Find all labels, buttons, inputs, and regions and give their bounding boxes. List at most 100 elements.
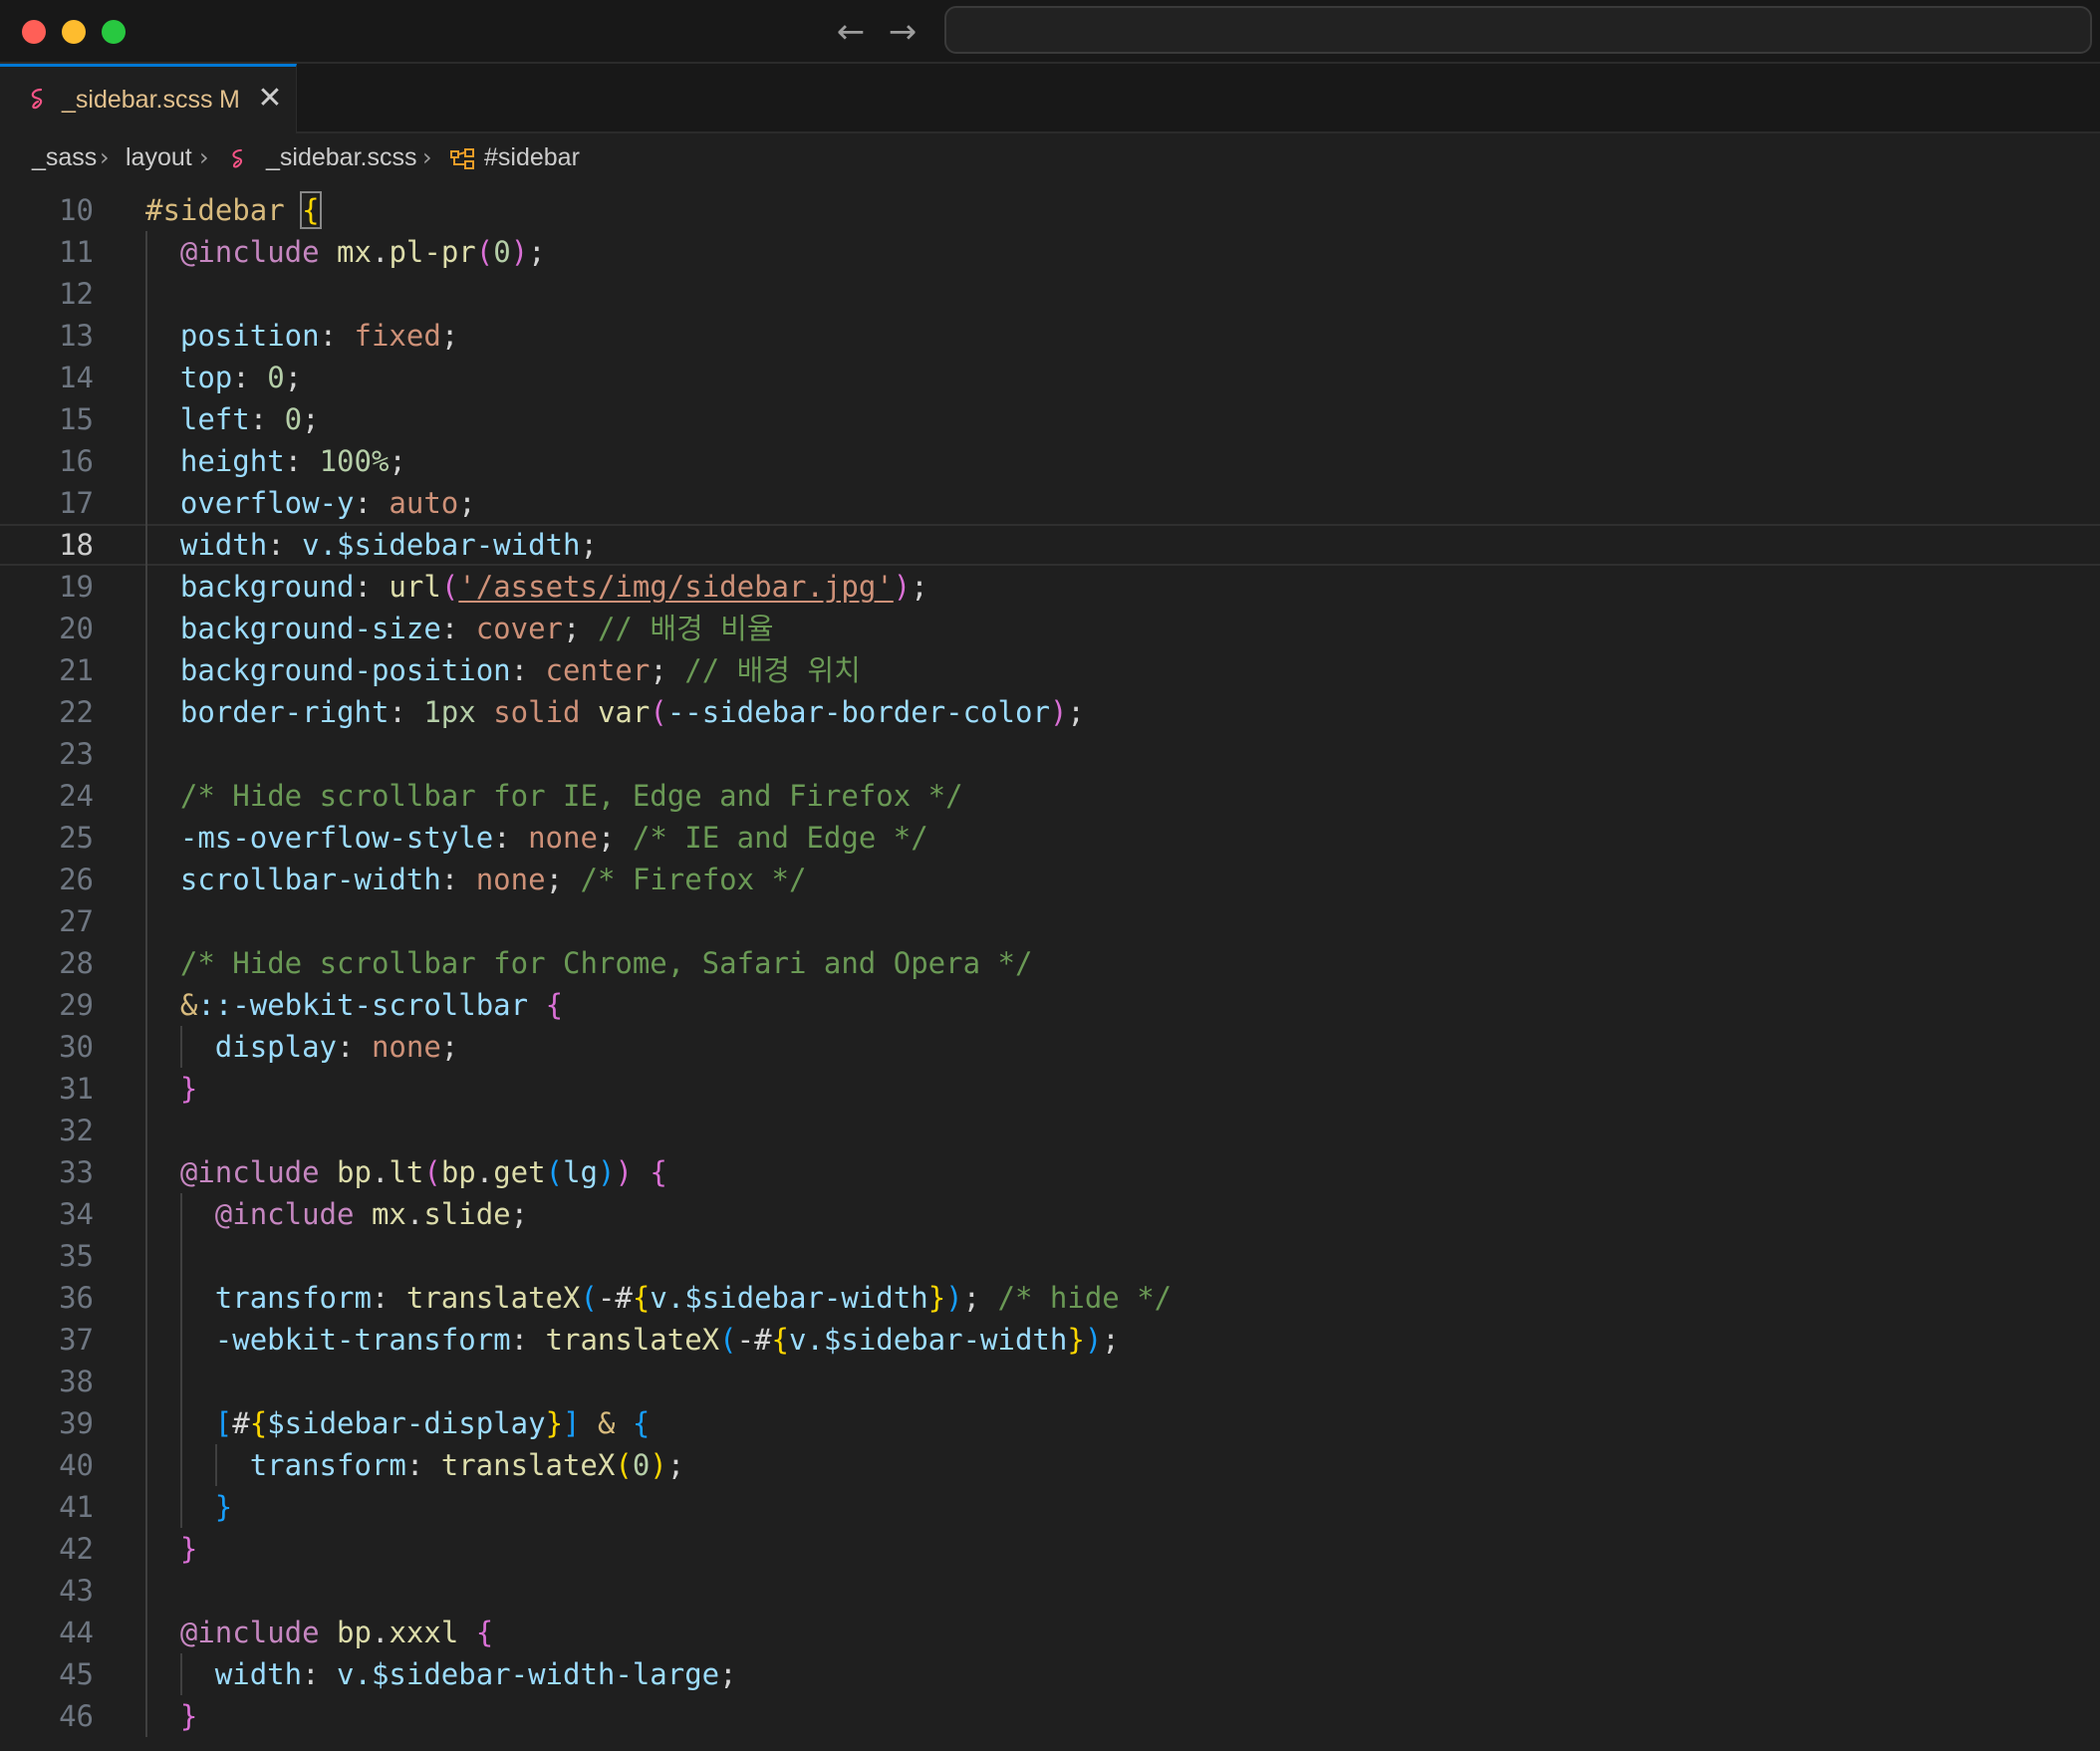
- code-line[interactable]: 33 @include bp.lt(bp.get(lg)) {: [0, 1151, 2100, 1193]
- code-line[interactable]: 21 background-position: center; // 배경 위치: [0, 649, 2100, 691]
- code-token: :: [249, 402, 285, 436]
- code-token: #: [232, 1406, 250, 1440]
- line-number: 25: [59, 821, 94, 855]
- code-token: {: [632, 1281, 651, 1315]
- code-line[interactable]: 45 width: v.$sidebar-width-large;: [0, 1653, 2100, 1695]
- code-line[interactable]: 23: [0, 733, 2100, 775]
- code-token: :: [284, 444, 320, 478]
- code-line[interactable]: 40 transform: translateX(0);: [0, 1444, 2100, 1486]
- close-window-button[interactable]: [22, 20, 46, 44]
- code-text: [#{$sidebar-display}] & {: [215, 1402, 651, 1444]
- line-number: 43: [59, 1574, 94, 1608]
- code-token: get: [493, 1155, 546, 1189]
- code-line[interactable]: 29 &::-webkit-scrollbar {: [0, 984, 2100, 1026]
- tab-sidebar-scss[interactable]: _sidebar.scss M ✕: [0, 64, 297, 133]
- breadcrumb-item-file[interactable]: _sidebar.scss: [266, 143, 416, 172]
- code-line[interactable]: 34 @include mx.slide;: [0, 1193, 2100, 1235]
- code-token: border-right: [179, 695, 390, 729]
- code-token: ): [598, 1155, 616, 1189]
- code-line[interactable]: 31}: [0, 1068, 2100, 1110]
- code-token: translateX: [440, 1448, 616, 1482]
- code-token: &: [179, 988, 198, 1022]
- code-line[interactable]: 13 position: fixed;: [0, 315, 2100, 357]
- forward-arrow-icon[interactable]: →: [883, 12, 922, 52]
- code-token: // 배경 비율: [597, 612, 774, 645]
- code-text: -webkit-transform: translateX(-#{v.$side…: [215, 1319, 1120, 1361]
- code-token: ;: [962, 1281, 998, 1315]
- code-token: -ms-overflow-style: [179, 821, 494, 855]
- code-line[interactable]: 25 -ms-overflow-style: none; /* IE and Ed…: [0, 817, 2100, 859]
- code-line[interactable]: 16 height: 100%;: [0, 440, 2100, 482]
- code-line[interactable]: 26 scrollbar-width: none; /* Firefox */: [0, 859, 2100, 900]
- code-line[interactable]: 17 overflow-y: auto;: [0, 482, 2100, 524]
- code-token: position: [179, 319, 320, 353]
- code-token: xxxl: [389, 1616, 459, 1649]
- code-token: }: [1067, 1323, 1085, 1357]
- code-token: pl-pr: [389, 235, 476, 269]
- code-token: {: [300, 191, 322, 229]
- breadcrumb-item-symbol[interactable]: #sidebar: [484, 143, 580, 172]
- code-token: display: [214, 1030, 338, 1064]
- code-line[interactable]: 12: [0, 273, 2100, 315]
- code-line[interactable]: 19 background: url('/assets/img/sidebar.j…: [0, 566, 2100, 608]
- code-text: transform: translateX(-#{v.$sidebar-widt…: [215, 1277, 1172, 1319]
- line-number: 33: [59, 1155, 94, 1189]
- code-line[interactable]: 22 border-right: 1px solid var(--sidebar-…: [0, 691, 2100, 733]
- code-token: 0: [267, 361, 285, 394]
- code-token: :: [405, 1448, 441, 1482]
- code-token: bp: [440, 1155, 476, 1189]
- minimize-window-button[interactable]: [62, 20, 86, 44]
- code-token: ;: [666, 1448, 685, 1482]
- code-line[interactable]: 15 left: 0;: [0, 398, 2100, 440]
- code-line[interactable]: 20 background-size: cover; // 배경 비율: [0, 608, 2100, 649]
- code-editor[interactable]: 10 #sidebar {11 @include mx.pl-pr(0); 12 13 p…: [0, 181, 2100, 1751]
- code-line[interactable]: 37 -webkit-transform: translateX(-#{v.$si…: [0, 1319, 2100, 1361]
- code-line[interactable]: 10 #sidebar {: [0, 189, 2100, 231]
- maximize-window-button[interactable]: [102, 20, 126, 44]
- code-line[interactable]: 42}: [0, 1528, 2100, 1570]
- line-number: 32: [59, 1114, 94, 1147]
- line-number: 15: [59, 402, 94, 436]
- code-line[interactable]: 28 /* Hide scrollbar for Chrome, Safari a…: [0, 942, 2100, 984]
- line-number: 39: [59, 1406, 94, 1440]
- code-line[interactable]: 14 top: 0;: [0, 357, 2100, 398]
- code-text: @include bp.lt(bp.get(lg)) {: [180, 1151, 667, 1193]
- chevron-right-icon: ›: [422, 143, 432, 171]
- code-line[interactable]: 11 @include mx.pl-pr(0);: [0, 231, 2100, 273]
- code-line[interactable]: 18 width: v.$sidebar-width;: [0, 524, 2100, 566]
- code-text: position: fixed;: [180, 315, 458, 357]
- code-text: background: url('/assets/img/sidebar.jpg…: [180, 566, 928, 608]
- indent-guide: [179, 1193, 182, 1528]
- code-line[interactable]: 30 display: none;: [0, 1026, 2100, 1068]
- close-icon[interactable]: ✕: [255, 79, 285, 119]
- code-token: ;: [284, 361, 303, 394]
- code-token: (: [615, 1448, 633, 1482]
- code-token: }: [179, 1699, 198, 1733]
- line-number: 38: [59, 1365, 94, 1398]
- breadcrumb-item-sass[interactable]: _sass: [32, 143, 97, 172]
- code-line[interactable]: 24 /* Hide scrollbar for IE, Edge and Fir…: [0, 775, 2100, 817]
- code-line[interactable]: 39 [#{$sidebar-display}] & {: [0, 1402, 2100, 1444]
- line-number: 23: [59, 737, 94, 771]
- code-line[interactable]: 44 @include bp.xxxl {: [0, 1612, 2100, 1653]
- code-line[interactable]: 46}: [0, 1695, 2100, 1737]
- back-arrow-icon[interactable]: ←: [831, 12, 871, 52]
- code-line[interactable]: 38: [0, 1361, 2100, 1402]
- code-line[interactable]: 27: [0, 900, 2100, 942]
- code-line[interactable]: 43: [0, 1570, 2100, 1612]
- code-line[interactable]: 32: [0, 1110, 2100, 1151]
- code-token: background: [179, 570, 355, 604]
- code-token: --sidebar-border-color: [666, 695, 1050, 729]
- code-line[interactable]: 36 transform: translateX(-#{v.$sidebar-wi…: [0, 1277, 2100, 1319]
- command-center-search[interactable]: [944, 6, 2092, 54]
- code-token: :: [267, 528, 303, 562]
- code-line[interactable]: 41}: [0, 1486, 2100, 1528]
- code-line[interactable]: 35: [0, 1235, 2100, 1277]
- code-token: cover: [475, 612, 564, 645]
- breadcrumb-item-layout[interactable]: layout: [126, 143, 192, 172]
- code-token: :: [389, 695, 424, 729]
- code-text: }: [180, 1528, 197, 1570]
